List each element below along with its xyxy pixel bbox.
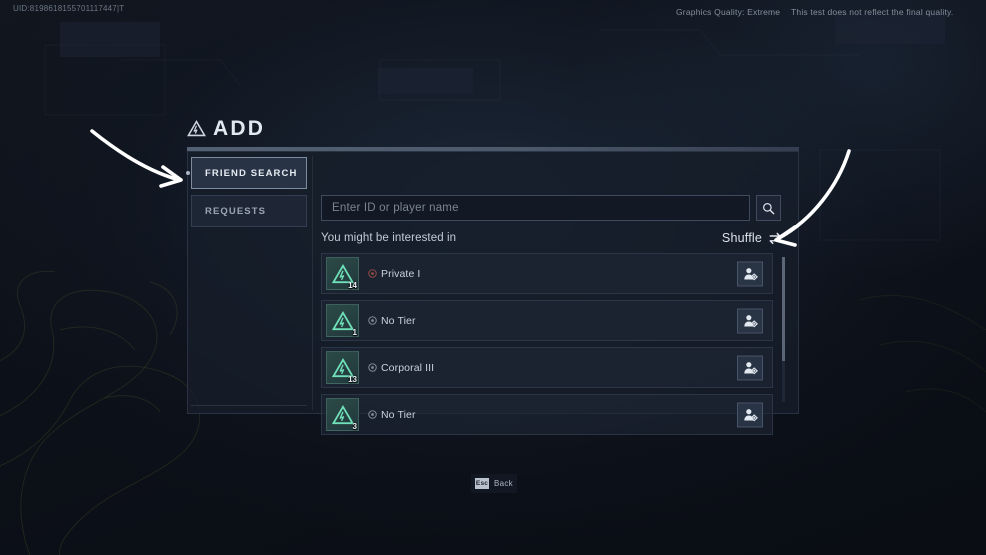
player-rank: No Tier [368, 409, 416, 421]
search-button[interactable] [756, 195, 781, 221]
add-friend-modal: ADD FRIEND SEARCH REQUESTS Enter ID or p… [187, 114, 799, 435]
avatar: 14 [326, 257, 359, 290]
magnifier-icon [763, 202, 775, 214]
back-label: Back [494, 479, 513, 488]
sidebar-item-label: FRIEND SEARCH [205, 167, 298, 179]
player-row[interactable]: 14 Private I [321, 253, 773, 294]
page-title: ADD [213, 116, 266, 140]
rank-badge-corporal-icon [368, 363, 377, 372]
sidebar-bottom-divider [191, 405, 307, 406]
shuffle-button[interactable]: Shuffle [722, 231, 781, 245]
disclaimer-text: This test does not reflect the final qua… [791, 7, 954, 17]
back-button[interactable]: Esc Back [471, 474, 517, 493]
player-level: 1 [352, 328, 357, 337]
add-friend-button[interactable] [737, 261, 763, 286]
add-friend-icon [743, 408, 758, 421]
player-level: 14 [348, 281, 357, 290]
graphics-quality-text: Graphics Quality: Extreme [676, 7, 781, 17]
shuffle-label: Shuffle [721, 231, 762, 245]
player-rank-label: No Tier [381, 314, 416, 327]
avatar: 13 [326, 351, 359, 384]
suggestions-header: You might be interested in Shuffle [321, 229, 781, 247]
search-input[interactable]: Enter ID or player name [321, 195, 750, 221]
title-divider [187, 147, 799, 152]
mountain-triangle-logo-icon [187, 119, 206, 136]
player-level: 3 [352, 422, 357, 431]
top-status-bar: UID:8198618155701117447|T Graphics Quali… [0, 0, 986, 20]
mountain-triangle-avatar-icon [331, 310, 354, 330]
player-level: 13 [348, 375, 357, 384]
mountain-triangle-avatar-icon [331, 404, 354, 424]
sidebar: FRIEND SEARCH REQUESTS [191, 157, 309, 409]
player-rank: Corporal III [368, 362, 434, 374]
player-row[interactable]: 3 No Tier [321, 394, 773, 435]
rank-badge-private-icon [368, 269, 377, 278]
player-row[interactable]: 13 Corporal III [321, 347, 773, 388]
player-rank-label: Private I [381, 267, 421, 280]
search-row: Enter ID or player name [321, 195, 781, 221]
sidebar-item-label: REQUESTS [205, 205, 267, 217]
search-placeholder: Enter ID or player name [332, 202, 459, 214]
add-friend-button[interactable] [737, 308, 763, 333]
modal-title-row: ADD [187, 114, 265, 142]
modal-panel: FRIEND SEARCH REQUESTS Enter ID or playe… [187, 152, 799, 435]
player-row[interactable]: 1 No Tier [321, 300, 773, 341]
player-rank-label: Corporal III [381, 361, 435, 374]
suggested-players-list[interactable]: 14 Private I 1 No Tier 13 Corporal III 3 No Tie… [321, 253, 781, 435]
esc-key-badge: Esc [475, 478, 489, 489]
add-friend-button[interactable] [737, 355, 763, 380]
list-scrollbar-thumb[interactable] [782, 257, 785, 361]
add-friend-icon [743, 267, 758, 280]
avatar: 3 [326, 398, 359, 431]
add-friend-button[interactable] [737, 402, 763, 427]
content-area: Enter ID or player name You might be int… [321, 157, 795, 435]
add-friend-icon [743, 314, 758, 327]
player-rank: Private I [368, 268, 420, 280]
sidebar-item-friend-search[interactable]: FRIEND SEARCH [191, 157, 307, 189]
rank-badge-none-icon [368, 316, 377, 325]
suggestions-label: You might be interested in [321, 232, 457, 244]
player-rank: No Tier [368, 315, 416, 327]
swap-arrows-icon [769, 232, 781, 244]
sidebar-item-requests[interactable]: REQUESTS [191, 195, 307, 227]
uid-text: UID:8198618155701117447|T [13, 4, 125, 13]
sidebar-content-separator [312, 156, 313, 410]
player-rank-label: No Tier [381, 408, 416, 421]
rank-badge-none-icon [368, 410, 377, 419]
add-friend-icon [743, 361, 758, 374]
avatar: 1 [326, 304, 359, 337]
